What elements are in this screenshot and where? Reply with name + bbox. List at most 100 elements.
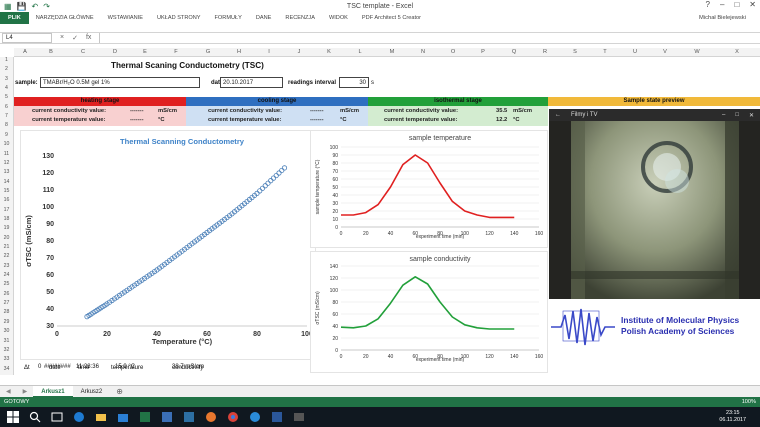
row-header-2[interactable]: 2	[0, 66, 13, 72]
conductivity-chart[interactable]: 0 20 40 60 80 100 120 140 0 20 40 60 80 100 120 140 160 s…	[310, 251, 548, 373]
data-row[interactable]: 0 ######## 11:28:36 15.9 °C 38.7 mS/cm	[14, 362, 554, 375]
start-icon[interactable]	[4, 410, 22, 424]
help-icon[interactable]: ?	[706, 0, 710, 9]
column-header-f[interactable]: F	[160, 48, 192, 57]
column-header-h[interactable]: H	[224, 48, 254, 57]
tab-formulas[interactable]: FORMUŁY	[208, 12, 249, 24]
column-header-e[interactable]: E	[130, 48, 160, 57]
row-header-25[interactable]: 25	[0, 281, 13, 287]
enter-icon[interactable]: ✓	[72, 34, 78, 42]
video-maximize-icon[interactable]: □	[735, 112, 739, 119]
row-header-30[interactable]: 30	[0, 328, 13, 334]
maximize-icon[interactable]: □	[734, 0, 739, 9]
row-header-21[interactable]: 21	[0, 244, 13, 250]
tab-view[interactable]: WIDOK	[322, 12, 355, 24]
row-header-12[interactable]: 12	[0, 160, 13, 166]
date-field[interactable]: 20.10.2017	[220, 77, 283, 88]
column-header-d[interactable]: D	[100, 48, 130, 57]
row-header-7[interactable]: 7	[0, 113, 13, 119]
row-header-1[interactable]: 1	[0, 57, 13, 63]
row-header-5[interactable]: 5	[0, 94, 13, 100]
explorer-icon[interactable]	[92, 410, 110, 424]
tab-pdf-architect[interactable]: PDF Architect 5 Creator	[355, 12, 428, 24]
tab-file[interactable]: PLIK	[0, 12, 29, 24]
column-header-i[interactable]: I	[254, 48, 284, 57]
column-header-c[interactable]: C	[66, 48, 100, 57]
firefox-icon[interactable]	[202, 410, 220, 424]
column-header-q[interactable]: Q	[498, 48, 530, 57]
column-header-n[interactable]: N	[408, 48, 438, 57]
tab-review[interactable]: RECENZJA	[278, 12, 322, 24]
row-header-20[interactable]: 20	[0, 235, 13, 241]
add-sheet-icon[interactable]: ⊕	[110, 387, 129, 396]
column-header-o[interactable]: O	[438, 48, 468, 57]
column-header-r[interactable]: R	[530, 48, 560, 57]
row-header-33[interactable]: 33	[0, 356, 13, 362]
formula-input[interactable]	[99, 33, 758, 43]
sample-field[interactable]: TMABr/H₂O 0.5M gel 1%	[40, 77, 200, 88]
function-icon[interactable]: fx	[86, 34, 91, 42]
next-sheet-icon[interactable]: ▶	[17, 388, 34, 395]
column-header-w[interactable]: W	[680, 48, 714, 57]
tab-data[interactable]: DANE	[249, 12, 279, 24]
column-header-l[interactable]: L	[344, 48, 376, 57]
row-header-19[interactable]: 19	[0, 225, 13, 231]
cancel-icon[interactable]: ×	[60, 34, 64, 42]
tab-home[interactable]: NARZĘDZIA GŁÓWNE	[29, 12, 101, 24]
column-header-m[interactable]: M	[376, 48, 408, 57]
row-header-11[interactable]: 11	[0, 151, 13, 157]
row-header-27[interactable]: 27	[0, 300, 13, 306]
row-header-28[interactable]: 28	[0, 309, 13, 315]
task-view-icon[interactable]	[48, 410, 66, 424]
column-header-k[interactable]: K	[314, 48, 344, 57]
column-header-p[interactable]: P	[468, 48, 498, 57]
video-minimize-icon[interactable]: –	[722, 112, 725, 119]
edge-icon[interactable]	[70, 410, 88, 424]
row-header-17[interactable]: 17	[0, 207, 13, 213]
column-header-j[interactable]: J	[284, 48, 314, 57]
user-name[interactable]: Michał Bielejewski	[699, 12, 746, 24]
interval-field[interactable]: 30	[339, 77, 369, 88]
row-header-31[interactable]: 31	[0, 338, 13, 344]
row-header-26[interactable]: 26	[0, 291, 13, 297]
sheet-tab-arkusz1[interactable]: Arkusz1	[33, 385, 73, 398]
video-preview-window[interactable]: ← Filmy i TV – □ ✕	[549, 109, 760, 299]
row-header-23[interactable]: 23	[0, 263, 13, 269]
video-close-icon[interactable]: ✕	[749, 112, 754, 119]
row-header-6[interactable]: 6	[0, 104, 13, 110]
column-header-g[interactable]: G	[192, 48, 224, 57]
movies-icon[interactable]	[290, 410, 308, 424]
tsc-chart[interactable]: 30 40 50 60 70 80 90 100 110 120 130 0 20 40 60 80 100 Th…	[20, 130, 316, 360]
globe-icon[interactable]	[246, 410, 264, 424]
app-taskbar-icon[interactable]	[158, 410, 176, 424]
column-header-b[interactable]: B	[36, 48, 66, 57]
row-header-10[interactable]: 10	[0, 141, 13, 147]
row-header-22[interactable]: 22	[0, 253, 13, 259]
back-arrow-icon[interactable]: ←	[555, 112, 561, 118]
row-header-9[interactable]: 9	[0, 132, 13, 138]
excel-taskbar-icon[interactable]	[136, 410, 154, 424]
column-header-a[interactable]: A	[14, 48, 36, 57]
sheet-tab-arkusz2[interactable]: Arkusz2	[73, 386, 111, 398]
column-header-s[interactable]: S	[560, 48, 590, 57]
zoom-level[interactable]: 100%	[742, 397, 756, 407]
row-header-24[interactable]: 24	[0, 272, 13, 278]
row-header-34[interactable]: 34	[0, 366, 13, 372]
row-header-16[interactable]: 16	[0, 197, 13, 203]
close-icon[interactable]: ✕	[749, 0, 756, 9]
name-box[interactable]: L4	[2, 33, 52, 43]
column-header-v[interactable]: V	[650, 48, 680, 57]
column-header-t[interactable]: T	[590, 48, 620, 57]
row-header-29[interactable]: 29	[0, 319, 13, 325]
word-icon[interactable]	[268, 410, 286, 424]
minimize-icon[interactable]: –	[720, 0, 724, 9]
row-header-14[interactable]: 14	[0, 179, 13, 185]
prev-sheet-icon[interactable]: ◀	[0, 388, 17, 395]
row-header-4[interactable]: 4	[0, 85, 13, 91]
store-icon[interactable]	[114, 410, 132, 424]
row-header-3[interactable]: 3	[0, 76, 13, 82]
temperature-chart[interactable]: 0 10 20 30 40 50 60 70 80 90 100 0 20 40 60 80 100 120 140…	[310, 130, 548, 248]
tab-page-layout[interactable]: UKŁAD STRONY	[150, 12, 208, 24]
row-header-13[interactable]: 13	[0, 169, 13, 175]
column-header-x[interactable]: X	[714, 48, 760, 57]
